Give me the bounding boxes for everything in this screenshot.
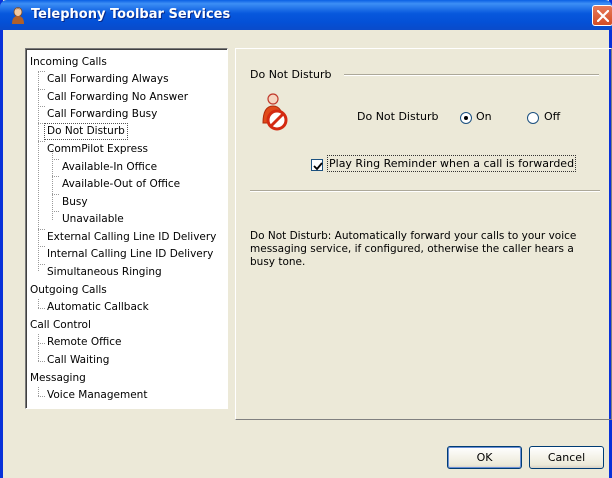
tree-item-call-waiting[interactable]: Call Waiting: [45, 353, 111, 368]
dialog-window: Telephony Toolbar Services Incoming Call…: [0, 0, 612, 478]
panel-divider: [250, 190, 600, 192]
ring-reminder-label[interactable]: Play Ring Reminder when a call is forwar…: [327, 155, 577, 172]
tree-connector: [52, 211, 59, 212]
tree-item-outgoing-calls[interactable]: Outgoing Calls: [28, 283, 109, 298]
close-icon: [597, 10, 609, 22]
tree-item-simultaneous-ringing[interactable]: Simultaneous Ringing: [45, 265, 164, 280]
tree-connector: [38, 229, 45, 230]
tree-item-busy[interactable]: Busy: [60, 195, 90, 210]
tree-connector: [38, 89, 45, 90]
title-bar[interactable]: Telephony Toolbar Services: [0, 0, 612, 30]
tree-connector: [38, 71, 45, 72]
tree-item-call-forwarding-no-answer[interactable]: Call Forwarding No Answer: [45, 90, 190, 105]
tree-connector: [38, 396, 45, 397]
radio-on[interactable]: [460, 112, 472, 124]
tree-item-available-in-office[interactable]: Available-In Office: [60, 160, 159, 175]
ring-reminder-checkbox[interactable]: [311, 159, 323, 171]
section-divider: [344, 74, 599, 76]
tree-item-available-out-of-office[interactable]: Available-Out of Office: [60, 177, 182, 192]
tree-item-call-forwarding-always[interactable]: Call Forwarding Always: [45, 72, 171, 87]
tree-item-messaging[interactable]: Messaging: [28, 371, 88, 386]
do-not-disturb-icon: [260, 93, 294, 133]
ok-button[interactable]: OK: [447, 446, 522, 469]
tree-connector: [52, 176, 59, 177]
tree-connector: [38, 141, 45, 142]
tree-item-external-calling-line-id[interactable]: External Calling Line ID Delivery: [45, 230, 218, 245]
settings-tree[interactable]: Incoming Calls Call Forwarding Always Ca…: [25, 48, 228, 409]
tree-connector: [38, 387, 39, 396]
tree-item-call-control[interactable]: Call Control: [28, 318, 93, 333]
tree-connector: [38, 246, 45, 247]
tree-item-do-not-disturb[interactable]: Do Not Disturb: [44, 123, 128, 140]
tree-connector: [38, 361, 45, 362]
tree-connector: [38, 264, 45, 265]
tree-connector: [38, 106, 45, 107]
radio-on-label[interactable]: On: [476, 110, 492, 123]
description-text: Do Not Disturb: Automatically forward yo…: [250, 230, 577, 268]
settings-panel: Do Not Disturb Do Not Disturb On Off Pla…: [235, 48, 612, 420]
radio-off[interactable]: [527, 112, 539, 124]
tree-item-incoming-calls[interactable]: Incoming Calls: [28, 55, 109, 70]
tree-item-unavailable[interactable]: Unavailable: [60, 212, 126, 227]
tree-connector: [52, 159, 59, 160]
tree-item-internal-calling-line-id[interactable]: Internal Calling Line ID Delivery: [45, 247, 215, 262]
close-button[interactable]: [592, 5, 612, 26]
tree-connector: [38, 299, 39, 308]
tree-connector: [38, 308, 45, 309]
tree-item-commpilot-express[interactable]: CommPilot Express: [45, 142, 150, 157]
tree-connector: [38, 123, 45, 124]
cancel-button[interactable]: Cancel: [529, 446, 604, 469]
tree-item-automatic-callback[interactable]: Automatic Callback: [45, 300, 151, 315]
tree-item-call-forwarding-busy[interactable]: Call Forwarding Busy: [45, 107, 159, 122]
tree-connector: [38, 141, 39, 271]
tree-connector: [52, 194, 59, 195]
do-not-disturb-label: Do Not Disturb: [357, 110, 439, 123]
tree-connector: [38, 343, 45, 344]
user-silhouette-icon: [10, 7, 26, 24]
tree-item-voice-management[interactable]: Voice Management: [45, 388, 149, 403]
tree-item-remote-office[interactable]: Remote Office: [45, 335, 124, 350]
radio-off-label[interactable]: Off: [544, 110, 560, 123]
tree-connector: [38, 334, 39, 361]
checkmark-icon: [313, 162, 323, 171]
window-title: Telephony Toolbar Services: [31, 7, 231, 22]
section-title: Do Not Disturb: [250, 68, 332, 81]
